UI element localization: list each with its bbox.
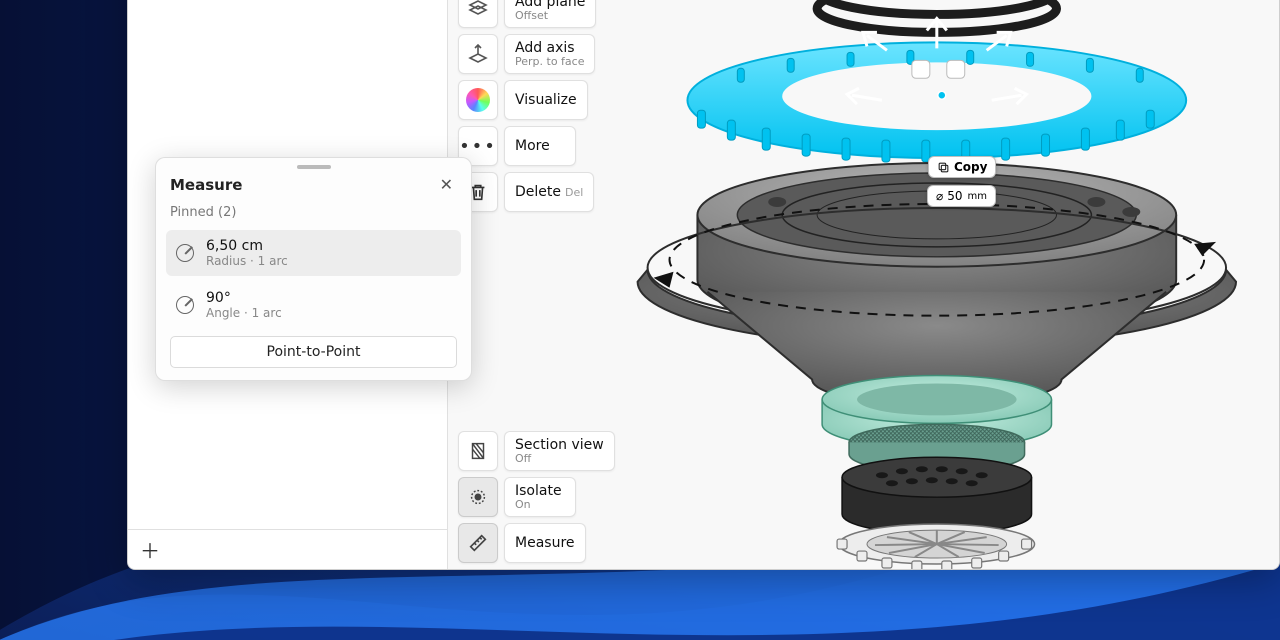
measure-panel: Measure ✕ Pinned (2) 6,50 cm Radius · 1 … — [155, 157, 472, 381]
view-tool-column: Section view Off Isolate On Measure — [458, 431, 615, 563]
tool-add-axis-label: Add axis Perp. to face — [504, 34, 595, 74]
measure-item-radius[interactable]: 6,50 cm Radius · 1 arc — [166, 230, 461, 276]
close-icon[interactable]: ✕ — [436, 173, 457, 197]
measure-item-angle[interactable]: 90° Angle · 1 arc — [166, 282, 461, 328]
tool-measure-label: Measure — [504, 523, 586, 563]
tool-add-axis[interactable]: Add axis Perp. to face — [458, 34, 596, 74]
diameter-badge: ⌀50mm — [927, 185, 996, 207]
tool-visualize-label: Visualize — [504, 80, 588, 120]
sidebar-footer: ＋ — [128, 529, 447, 569]
tool-isolate[interactable]: Isolate On — [458, 477, 615, 517]
tool-more-label: More — [504, 126, 576, 166]
tool-isolate-label: Isolate On — [504, 477, 576, 517]
add-button[interactable]: ＋ — [136, 536, 164, 564]
tool-more[interactable]: ••• More — [458, 126, 596, 166]
tool-visualize[interactable]: Visualize — [458, 80, 596, 120]
pinned-count: Pinned (2) — [156, 205, 471, 230]
tool-measure[interactable]: Measure — [458, 523, 615, 563]
drag-handle[interactable] — [297, 165, 331, 169]
tool-add-plane-label: Add plane Offset — [504, 0, 596, 28]
tool-add-plane[interactable]: Add plane Offset — [458, 0, 596, 28]
measure-icon — [458, 523, 498, 563]
measure-panel-title: Measure — [170, 176, 436, 194]
measurement-icon — [176, 296, 194, 314]
tool-section-view-label: Section view Off — [504, 431, 615, 471]
point-to-point-button[interactable]: Point-to-Point — [170, 336, 457, 368]
section-view-icon — [458, 431, 498, 471]
tool-delete[interactable]: DeleteDel — [458, 172, 596, 212]
copy-badge[interactable]: Copy — [928, 156, 996, 178]
tool-section-view[interactable]: Section view Off — [458, 431, 615, 471]
tool-column: Add plane Offset Add axis Perp. to face … — [458, 0, 596, 212]
plane-icon — [458, 0, 498, 28]
tool-delete-label: DeleteDel — [504, 172, 594, 212]
plus-icon: ＋ — [140, 535, 160, 564]
visualize-icon — [458, 80, 498, 120]
isolate-icon — [458, 477, 498, 517]
axis-icon — [458, 34, 498, 74]
copy-icon — [937, 161, 950, 174]
measurement-icon — [176, 244, 194, 262]
